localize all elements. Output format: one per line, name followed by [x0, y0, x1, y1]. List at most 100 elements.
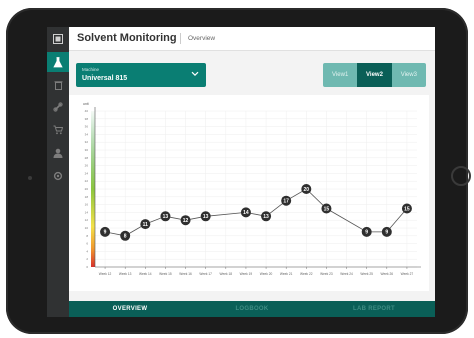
y-tick-label: 12	[85, 218, 89, 222]
link-icon	[53, 102, 63, 112]
level-gradient-bar	[91, 111, 95, 267]
data-point: 14	[240, 207, 251, 218]
y-tick-label: 0	[86, 265, 88, 269]
x-tick-label: Week 18	[220, 272, 233, 276]
data-point: 13	[261, 211, 272, 222]
x-tick-label: Week 22	[300, 272, 313, 276]
user-icon	[53, 148, 63, 158]
data-point: 11	[140, 219, 151, 230]
y-tick-label: 28	[85, 156, 89, 160]
sidebar-item-users[interactable]	[47, 143, 69, 163]
sidebar	[47, 27, 69, 317]
data-label: 9	[385, 230, 388, 236]
data-point: 15	[321, 203, 332, 214]
data-point: 15	[401, 203, 412, 214]
x-tick-label: Week 25	[360, 272, 373, 276]
y-tick-label: 2	[86, 257, 88, 261]
data-point: 17	[281, 195, 292, 206]
app-header: Solvent Monitoring Overview	[69, 27, 435, 51]
sidebar-item-orders[interactable]	[47, 120, 69, 140]
y-tick-label: 34	[85, 132, 89, 136]
home-button[interactable]	[451, 166, 471, 186]
view-toggle: View1 View2 View3	[323, 63, 426, 87]
flask-icon	[53, 56, 63, 67]
app-logo-icon[interactable]	[47, 29, 69, 49]
machine-select-value: Universal 815	[82, 75, 128, 82]
data-point: 8	[120, 230, 131, 241]
data-point: 12	[180, 215, 191, 226]
y-tick-label: 40	[85, 109, 89, 113]
x-tick-label: Week 26	[381, 272, 394, 276]
y-tick-label: 14	[85, 210, 89, 214]
x-tick-label: Week 21	[280, 272, 293, 276]
data-point: 20	[301, 184, 312, 194]
cart-icon	[53, 125, 63, 135]
y-tick-label: 38	[85, 117, 89, 121]
data-point: 9	[381, 226, 392, 237]
view2-button[interactable]: View2	[357, 63, 392, 87]
x-tick-label: Week 24	[340, 272, 353, 276]
y-tick-label: 36	[85, 125, 89, 129]
y-tick-label: 30	[85, 148, 89, 152]
view1-button[interactable]: View1	[323, 63, 358, 87]
data-label: 13	[163, 214, 169, 220]
breadcrumb[interactable]: Overview	[188, 35, 215, 42]
machine-select-label: Machine	[82, 67, 100, 72]
chart-canvas: unit024681012141618202224262830323436384…	[83, 102, 421, 276]
x-tick-label: Week 27	[401, 272, 414, 276]
data-label: 13	[263, 214, 269, 220]
x-tick-label: Week 23	[320, 272, 333, 276]
solvent-chart: unit 0 2 4 6 8 10 12 14 16 18 20 22 24 26 28 30 32 34 36 38 4…	[69, 95, 429, 291]
x-tick-label: Week 15	[159, 272, 172, 276]
header-divider	[180, 33, 181, 44]
trash-icon	[54, 81, 62, 90]
data-label: 12	[183, 218, 189, 224]
y-axis-label: unit	[83, 102, 89, 106]
data-label: 9	[104, 230, 107, 236]
y-tick-label: 10	[85, 226, 89, 230]
x-tick-label: Week 14	[139, 272, 152, 276]
sidebar-item-settings[interactable]	[47, 166, 69, 186]
y-tick-label: 18	[85, 195, 89, 199]
data-point: 9	[361, 226, 372, 237]
y-tick-label: 22	[85, 179, 89, 183]
sidebar-item-links[interactable]	[47, 97, 69, 117]
y-tick-label: 16	[85, 203, 89, 207]
bottom-nav: OVERVIEW LOGBOOK LAB REPORT	[69, 301, 435, 317]
data-label: 17	[283, 199, 289, 205]
x-tick-label: Week 20	[260, 272, 273, 276]
data-label: 13	[203, 214, 209, 220]
page-title: Solvent Monitoring	[77, 32, 177, 44]
sidebar-item-waste[interactable]	[47, 75, 69, 95]
x-tick-label: Week 19	[240, 272, 253, 276]
x-tick-label: Week 16	[179, 272, 192, 276]
settings-icon	[53, 171, 63, 181]
x-tick-label: Week 17	[199, 272, 212, 276]
x-tick-label: Week 12	[99, 272, 112, 276]
data-point: 13	[160, 211, 171, 222]
x-tick-label: Week 13	[119, 272, 132, 276]
data-label: 15	[324, 206, 330, 212]
y-tick-label: 32	[85, 140, 89, 144]
data-label: 14	[243, 210, 249, 216]
y-tick-label: 4	[86, 249, 88, 253]
data-label: 20	[304, 187, 310, 193]
y-tick-label: 20	[85, 187, 89, 191]
y-tick-label: 6	[86, 242, 88, 246]
tab-lab-report[interactable]: LAB REPORT	[313, 301, 435, 317]
y-tick-label: 26	[85, 164, 89, 168]
y-tick-label: 24	[85, 171, 89, 175]
tab-logbook[interactable]: LOGBOOK	[191, 301, 313, 317]
app-screen: Solvent Monitoring Overview Machine Univ…	[47, 27, 435, 317]
data-label: 8	[124, 234, 127, 240]
machine-select[interactable]: Machine Universal 815	[76, 63, 206, 87]
sidebar-item-solvent[interactable]	[47, 52, 69, 72]
y-tick-label: 8	[86, 234, 88, 238]
tab-overview[interactable]: OVERVIEW	[69, 301, 191, 317]
data-point: 9	[100, 226, 111, 237]
view3-button[interactable]: View3	[391, 63, 426, 87]
chevron-down-icon	[191, 71, 199, 77]
data-point: 13	[200, 211, 211, 222]
camera-icon	[28, 176, 32, 180]
data-label: 11	[143, 222, 149, 228]
